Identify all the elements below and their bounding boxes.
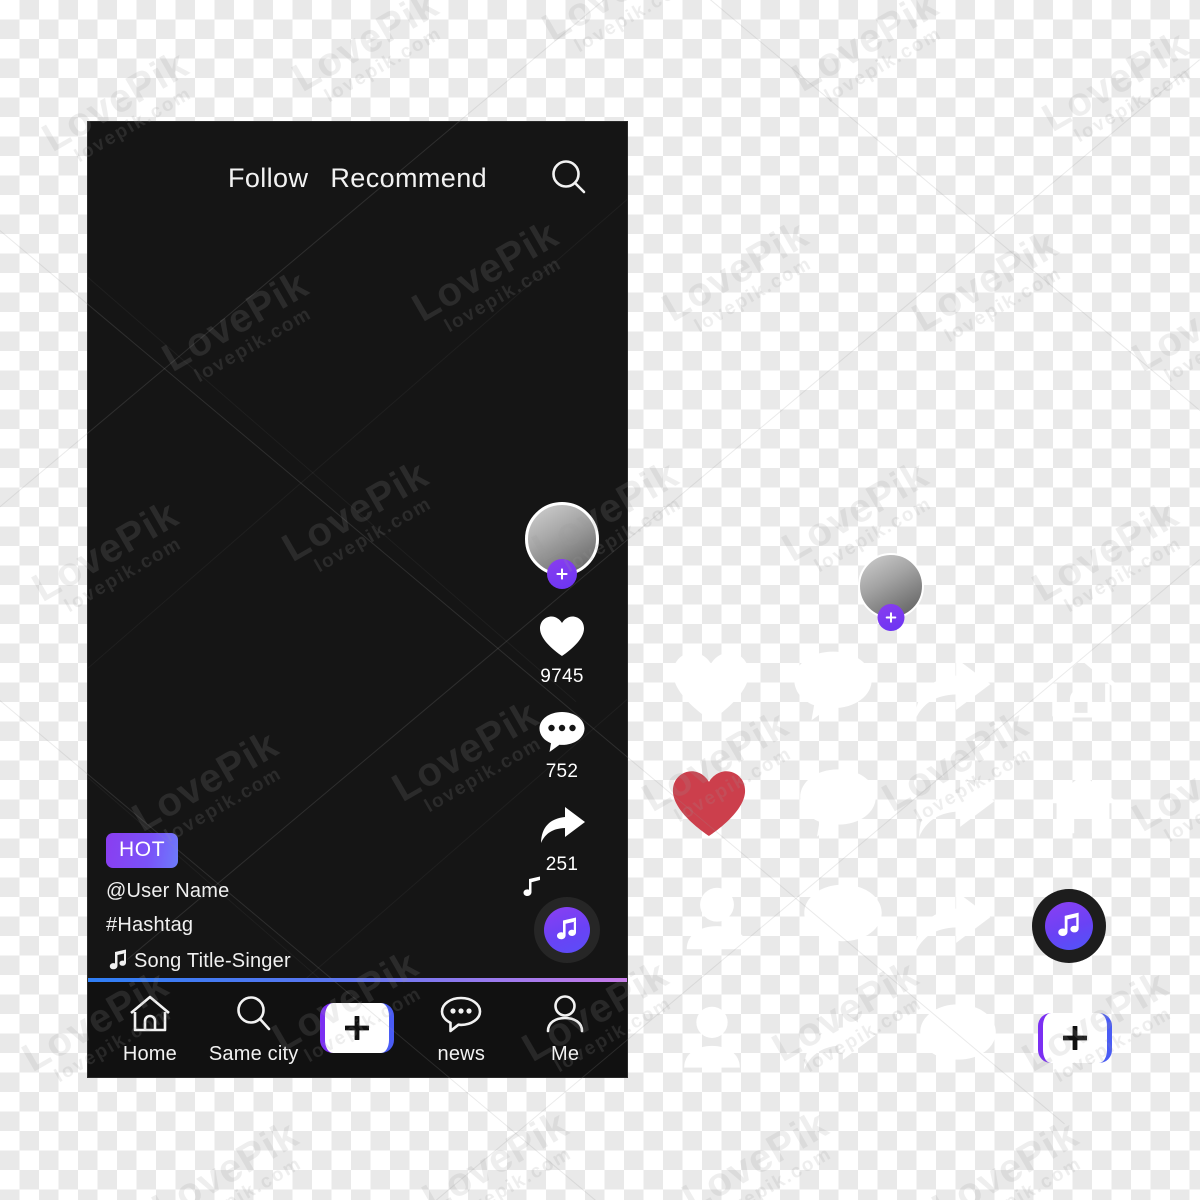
nav-item-same-city[interactable]: Same city [206,993,302,1066]
watermark-small: lovepik.com [1071,62,1196,148]
asset-comment-icon [916,1000,1000,1081]
phone-mockup: Follow Recommend 9745 752 251 HOT @User … [88,122,627,1077]
comment-icon [438,993,484,1040]
watermark-big: LovePik [1124,262,1200,381]
watermark-big: LovePik [784,0,946,101]
person-icon [542,993,588,1040]
asset-music-disc-icon[interactable] [1032,889,1106,963]
watermark-small: lovepik.com [181,1152,306,1200]
music-note-icon [106,948,130,974]
top-tab-bar: Follow Recommend [88,122,627,234]
nav-label-same-city: Same city [208,1043,299,1065]
action-rail: 9745 752 251 [517,502,607,886]
bottom-navigation-bar: Home Same city news Me [88,982,627,1077]
watermark-big: LovePik [924,1112,1086,1200]
hashtag-label[interactable]: #Hashtag [106,914,446,937]
status-badge: HOT [106,833,179,868]
plus-icon[interactable] [320,1003,395,1053]
music-disc[interactable] [523,876,604,967]
asset-heart-filled-red-icon [668,767,750,846]
watermark-big: LovePik [774,452,936,571]
music-note-small-icon [519,875,545,906]
comment-count: 752 [545,761,579,782]
heart-icon [540,616,584,656]
follow-plus-icon[interactable] [547,559,577,589]
asset-plus-badge-icon[interactable] [877,604,905,631]
nav-item-news[interactable]: news [413,993,509,1066]
share-count: 251 [545,854,579,875]
music-disc-ring [534,897,600,963]
watermark-small: lovepik.com [571,0,696,58]
watermark-small: lovepik.com [821,22,946,108]
watermark-big: LovePik [284,0,446,101]
watermark-small: lovepik.com [1161,762,1200,848]
watermark-big: LovePik [1034,22,1196,141]
song-title-label: Song Title-Singer [134,949,291,972]
nav-label-home: Home [122,1043,177,1065]
watermark-big: LovePik [654,212,816,331]
asset-share-arrow-filled-icon [912,772,998,849]
asset-home-filled-icon [1042,768,1124,847]
nav-item-create[interactable] [309,1003,405,1056]
watermark-small: lovepik.com [711,1142,836,1200]
comment-icon [539,712,585,752]
share-button[interactable]: 251 [537,805,587,876]
watermark-small: lovepik.com [1161,302,1200,388]
song-row[interactable]: Song Title-Singer [106,948,446,974]
nav-label-news: news [437,1043,486,1065]
asset-person-filled-icon [676,880,758,963]
tab-follow[interactable]: Follow [228,163,308,194]
nav-item-me[interactable]: Me [517,993,613,1066]
asset-heart-outline-icon [668,648,754,731]
share-arrow-icon [541,807,585,843]
tab-recommend[interactable]: Recommend [330,163,487,194]
asset-comment-filled-icon [796,765,880,846]
watermark-small: lovepik.com [691,252,816,338]
comment-button[interactable]: 752 [537,710,587,783]
home-icon [127,993,173,1040]
nav-label-me: Me [550,1043,580,1065]
like-count: 9745 [540,666,584,687]
asset-share-arrow-outline-icon [908,655,994,732]
asset-avatar-with-plus-icon[interactable] [858,553,924,631]
asset-person-icon [672,1000,752,1081]
watermark-big: LovePik [1124,722,1200,841]
username-label[interactable]: @User Name [106,880,446,903]
like-button[interactable]: 9745 [537,614,587,688]
search-icon[interactable] [547,156,591,200]
watermark-big: LovePik [144,1112,306,1200]
watermark-small: lovepik.com [961,1152,1086,1200]
watermark-small: lovepik.com [1061,532,1186,618]
music-disc-center [544,907,590,953]
asset-plus-button-icon[interactable] [1038,1013,1112,1063]
music-note-icon [1058,912,1079,936]
asset-comment-outline-icon [790,648,876,729]
watermark-small: lovepik.com [451,1142,576,1200]
asset-comment-bubble-icon [800,880,886,963]
watermark-big: LovePik [904,222,1066,341]
asset-home-outline-icon [1040,650,1122,729]
asset-share-icon-duplicate [908,888,994,965]
asset-music-disc-center [1045,902,1093,950]
asset-music-disc-ring [1032,889,1106,963]
avatar[interactable] [525,502,599,589]
nav-item-home[interactable]: Home [102,993,198,1066]
search-icon [231,993,277,1040]
music-note-icon [557,917,576,940]
watermark-big: LovePik [674,1102,836,1200]
asset-share-arrow-icon [796,1008,880,1081]
watermark-big: LovePik [535,0,696,50]
watermark-big: LovePik [414,1102,576,1200]
watermark-small: lovepik.com [941,262,1066,348]
watermark-big: LovePik [1024,492,1186,611]
watermark-small: lovepik.com [321,22,446,108]
video-caption: HOT @User Name #Hashtag Song Title-Singe… [106,833,446,974]
